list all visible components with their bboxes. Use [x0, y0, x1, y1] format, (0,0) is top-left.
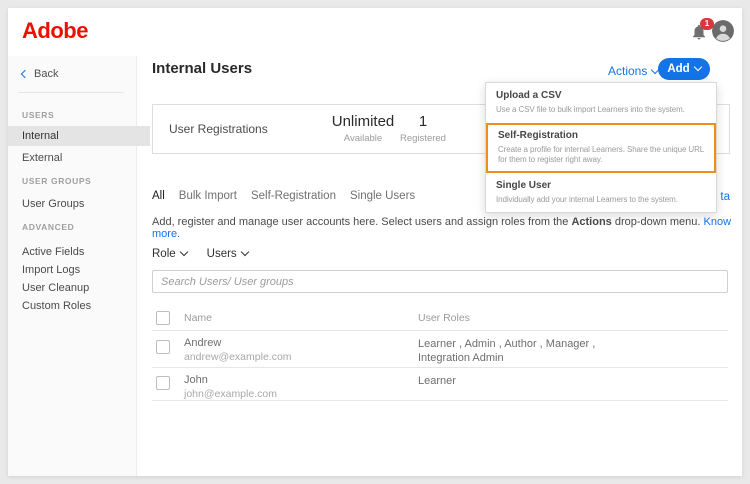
users-filter-label: Users [207, 248, 237, 260]
user-email: andrew@example.com [184, 351, 292, 363]
chevron-down-icon [179, 248, 187, 256]
page-title: Internal Users [152, 60, 252, 77]
actions-dropdown-button[interactable]: Actions [608, 64, 658, 78]
notifications-bell-icon[interactable]: 1 [690, 23, 708, 41]
registered-value: 1 [368, 113, 478, 130]
menu-item-self-registration[interactable]: Self-Registration Create a profile for i… [486, 123, 716, 173]
chevron-down-icon [240, 248, 248, 256]
partially-hidden-link[interactable]: ta [720, 191, 730, 203]
tab-bulk-import[interactable]: Bulk Import [179, 190, 237, 202]
menu-item-title: Self-Registration [498, 130, 704, 142]
sidebar-item-external[interactable]: External [8, 148, 150, 168]
tab-single-users[interactable]: Single Users [350, 190, 415, 202]
back-label: Back [34, 68, 58, 80]
menu-item-description: Create a profile for internal Learners. … [498, 145, 704, 166]
add-button[interactable]: Add [658, 58, 710, 80]
menu-item-title: Single User [496, 180, 706, 192]
tab-bar: All Bulk Import Self-Registration Single… [152, 190, 415, 202]
tab-self-registration[interactable]: Self-Registration [251, 190, 336, 202]
sidebar-divider [18, 92, 124, 93]
column-header-roles: User Roles [418, 312, 470, 324]
registrations-title: User Registrations [169, 122, 268, 136]
sidebar-item-active-fields[interactable]: Active Fields [8, 242, 150, 262]
sidebar-item-internal[interactable]: Internal [8, 126, 150, 146]
user-name: Andrew [184, 337, 221, 349]
users-filter[interactable]: Users [207, 248, 248, 260]
back-button[interactable]: Back [22, 68, 58, 80]
column-header-name: Name [184, 312, 212, 324]
registered-label: Registered [368, 133, 478, 144]
filter-bar: Role Users [152, 248, 248, 260]
table-header-divider [152, 330, 728, 331]
sidebar-item-user-groups[interactable]: User Groups [8, 194, 150, 214]
table-row-divider [152, 367, 728, 368]
user-avatar[interactable] [712, 20, 734, 42]
screen: Adobe 1 Back USERS Internal External USE… [0, 0, 750, 484]
user-name: John [184, 374, 208, 386]
chevron-left-icon [21, 70, 29, 78]
description-bold: Actions [571, 216, 611, 228]
avatar-icon [712, 20, 734, 42]
menu-item-upload-csv[interactable]: Upload a CSV Use a CSV file to bulk impo… [486, 83, 716, 123]
sidebar-item-custom-roles[interactable]: Custom Roles [8, 296, 150, 316]
tab-all[interactable]: All [152, 190, 165, 202]
menu-item-single-user[interactable]: Single User Individually add your intern… [486, 173, 716, 213]
user-roles: Learner [418, 374, 633, 388]
add-label: Add [667, 63, 689, 75]
role-filter-label: Role [152, 248, 176, 260]
adobe-logo[interactable]: Adobe [22, 18, 88, 44]
registered-stat: 1 Registered [368, 113, 478, 144]
actions-label: Actions [608, 64, 647, 78]
table-row-divider [152, 400, 728, 401]
app-window: Adobe 1 Back USERS Internal External USE… [8, 8, 742, 476]
description-suffix: drop-down menu. [612, 216, 704, 228]
menu-item-description: Use a CSV file to bulk import Learners i… [496, 105, 706, 116]
sidebar-item-user-cleanup[interactable]: User Cleanup [8, 278, 150, 298]
sidebar-section-advanced: ADVANCED [22, 222, 74, 232]
role-filter[interactable]: Role [152, 248, 187, 260]
user-email: john@example.com [184, 388, 277, 400]
row-checkbox[interactable] [156, 376, 170, 390]
chevron-down-icon [693, 63, 701, 71]
sidebar-item-import-logs[interactable]: Import Logs [8, 260, 150, 280]
sidebar-section-users: USERS [22, 110, 54, 120]
add-dropdown-menu: Upload a CSV Use a CSV file to bulk impo… [485, 82, 717, 213]
sidebar: Back USERS Internal External USER GROUPS… [8, 56, 137, 476]
row-checkbox[interactable] [156, 340, 170, 354]
menu-item-title: Upload a CSV [496, 90, 706, 102]
search-input[interactable] [152, 270, 728, 293]
user-roles: Learner , Admin , Author , Manager , Int… [418, 337, 633, 365]
page-description: Add, register and manage user accounts h… [152, 216, 742, 240]
description-text: Add, register and manage user accounts h… [152, 216, 571, 228]
select-all-checkbox[interactable] [156, 311, 170, 325]
sidebar-section-user-groups: USER GROUPS [22, 176, 91, 186]
menu-item-description: Individually add your internal Learners … [496, 195, 706, 206]
